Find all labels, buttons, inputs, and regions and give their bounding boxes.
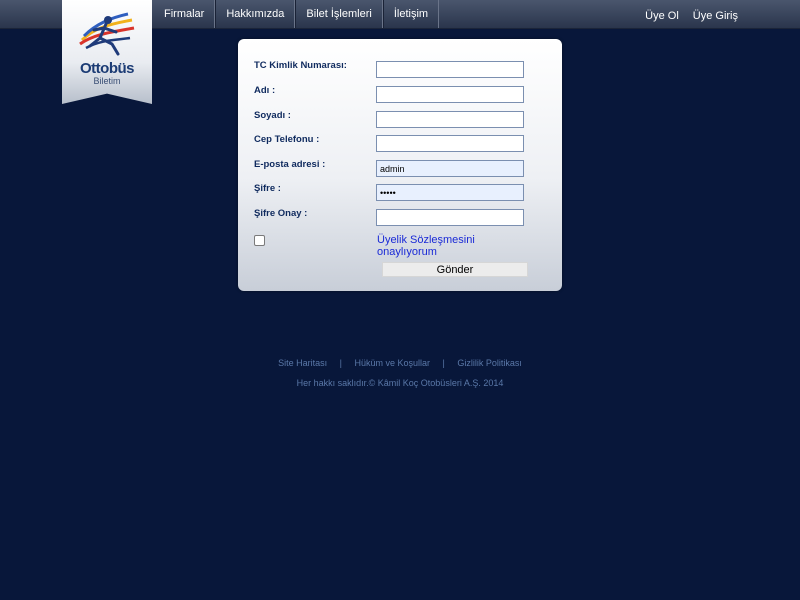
footer-link-privacy[interactable]: Gizlilik Politikası bbox=[457, 358, 522, 368]
logo[interactable]: Ottobüs Biletim bbox=[62, 0, 152, 104]
runner-logo-icon bbox=[79, 12, 135, 56]
tc-kimlik-label: TC Kimlik Numarası: bbox=[254, 60, 347, 71]
copyright-text: Her hakkı saklıdır.© Kâmil Koç Otobüsler… bbox=[296, 378, 504, 388]
nav-item-firmalar[interactable]: Firmalar bbox=[154, 0, 216, 28]
nav-item-hakkimizda[interactable]: Hakkımızda bbox=[215, 0, 296, 28]
password-input[interactable] bbox=[376, 184, 524, 201]
password-confirm-input[interactable] bbox=[376, 209, 524, 226]
login-link[interactable]: Üye Giriş bbox=[693, 0, 738, 28]
password-label: Şifre : bbox=[254, 183, 281, 194]
name-input[interactable] bbox=[376, 86, 524, 103]
user-links: Üye Ol Üye Giriş bbox=[631, 0, 738, 28]
agreement-link[interactable]: Üyelik Sözleşmesini onaylıyorum bbox=[377, 234, 527, 258]
footer-separator: | bbox=[339, 358, 342, 368]
nav-item-iletisim[interactable]: İletişim bbox=[382, 0, 440, 28]
tc-kimlik-input[interactable] bbox=[376, 61, 524, 78]
footer-link-terms[interactable]: Hüküm ve Koşullar bbox=[354, 358, 430, 368]
email-input[interactable] bbox=[376, 160, 524, 177]
submit-button[interactable]: Gönder bbox=[382, 262, 528, 277]
agreement-checkbox[interactable] bbox=[254, 235, 265, 246]
footer-separator: | bbox=[442, 358, 445, 368]
registration-form: TC Kimlik Numarası: Adı : Soyadı : Cep T… bbox=[238, 39, 562, 291]
footer-link-sitemap[interactable]: Site Haritası bbox=[278, 358, 327, 368]
brand-name: Ottobüs bbox=[80, 60, 135, 77]
password-confirm-label: Şifre Onay : bbox=[254, 208, 308, 219]
phone-label: Cep Telefonu : bbox=[254, 134, 320, 145]
phone-input[interactable] bbox=[376, 135, 524, 152]
footer-links: Site Haritası | Hüküm ve Koşullar | Gizl… bbox=[0, 358, 800, 368]
name-label: Adı : bbox=[254, 85, 276, 96]
main-nav: Firmalar Hakkımızda Bilet İşlemleri İlet… bbox=[154, 0, 440, 28]
register-link[interactable]: Üye Ol bbox=[645, 0, 679, 28]
brand-subtitle: Biletim bbox=[93, 76, 121, 86]
surname-label: Soyadı : bbox=[254, 110, 291, 121]
surname-input[interactable] bbox=[376, 111, 524, 128]
email-label: E-posta adresi : bbox=[254, 159, 326, 170]
nav-item-bilet-islemleri[interactable]: Bilet İşlemleri bbox=[295, 0, 383, 28]
